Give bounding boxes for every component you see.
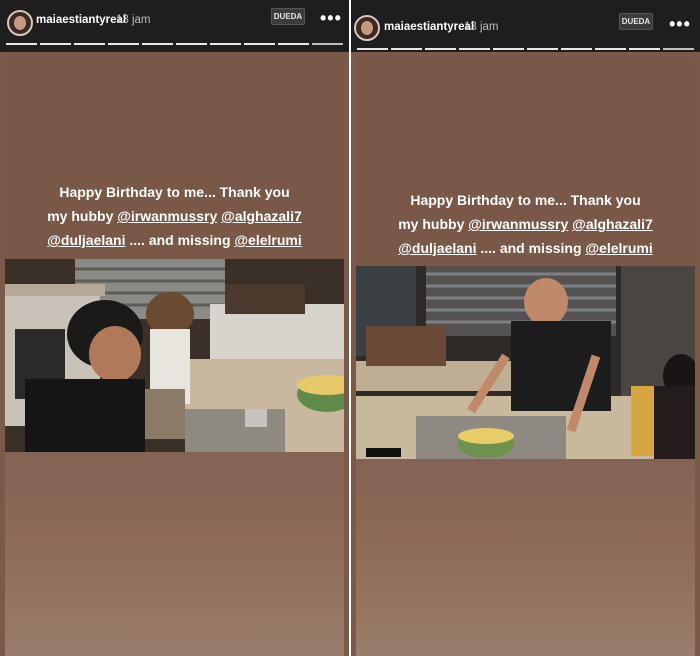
translate-button[interactable]: DUEDA — [619, 13, 653, 30]
caption-line-3: @duljaelani .... and missing @elelrumi — [398, 240, 653, 256]
mention-link[interactable]: @irwanmussry — [117, 208, 217, 224]
story-photo — [5, 259, 344, 452]
caption-line-2: my hubby @irwanmussry @alghazali7 — [398, 216, 653, 232]
story-background-bottom — [356, 459, 695, 656]
mention-link[interactable]: @elelrumi — [234, 232, 301, 248]
caption-line-2: my hubby @irwanmussry @alghazali7 — [47, 208, 302, 224]
mention-link[interactable]: @duljaelani — [398, 240, 476, 256]
birthday-photo-image — [5, 259, 344, 452]
birthday-photo-image — [356, 266, 695, 459]
mention-link[interactable]: @irwanmussry — [468, 216, 568, 232]
mention-link[interactable]: @alghazali7 — [221, 208, 302, 224]
story-photo — [356, 266, 695, 459]
timestamp: 13 jam — [116, 14, 151, 26]
mention-link[interactable]: @duljaelani — [47, 232, 125, 248]
more-options-icon[interactable]: ••• — [669, 14, 691, 35]
username[interactable]: maiaestiantyreal — [384, 21, 474, 33]
story-caption: Happy Birthday to me... Thank you my hub… — [351, 188, 700, 260]
story-panel-right[interactable]: maiaestiantyreal 13 jam DUEDA ••• Happy … — [351, 0, 700, 656]
more-options-icon[interactable]: ••• — [320, 8, 342, 29]
translate-button[interactable]: DUEDA — [271, 8, 305, 25]
caption-line-1: Happy Birthday to me... Thank you — [59, 184, 290, 200]
story-progress-bar — [357, 48, 694, 50]
avatar[interactable] — [354, 15, 380, 41]
mention-link[interactable]: @alghazali7 — [572, 216, 653, 232]
story-header: maiaestiantyreal 13 jam DUEDA ••• — [0, 0, 349, 52]
caption-line-3: @duljaelani .... and missing @elelrumi — [47, 232, 302, 248]
caption-line-1: Happy Birthday to me... Thank you — [410, 192, 641, 208]
story-progress-bar — [6, 43, 343, 45]
username[interactable]: maiaestiantyreal — [36, 14, 126, 26]
timestamp: 13 jam — [464, 21, 499, 33]
story-background-bottom — [5, 452, 344, 656]
story-caption: Happy Birthday to me... Thank you my hub… — [0, 180, 349, 252]
mention-link[interactable]: @elelrumi — [585, 240, 652, 256]
story-header: maiaestiantyreal 13 jam DUEDA ••• — [351, 0, 700, 52]
story-panel-left[interactable]: maiaestiantyreal 13 jam DUEDA ••• Happy … — [0, 0, 349, 656]
avatar[interactable] — [7, 10, 33, 36]
